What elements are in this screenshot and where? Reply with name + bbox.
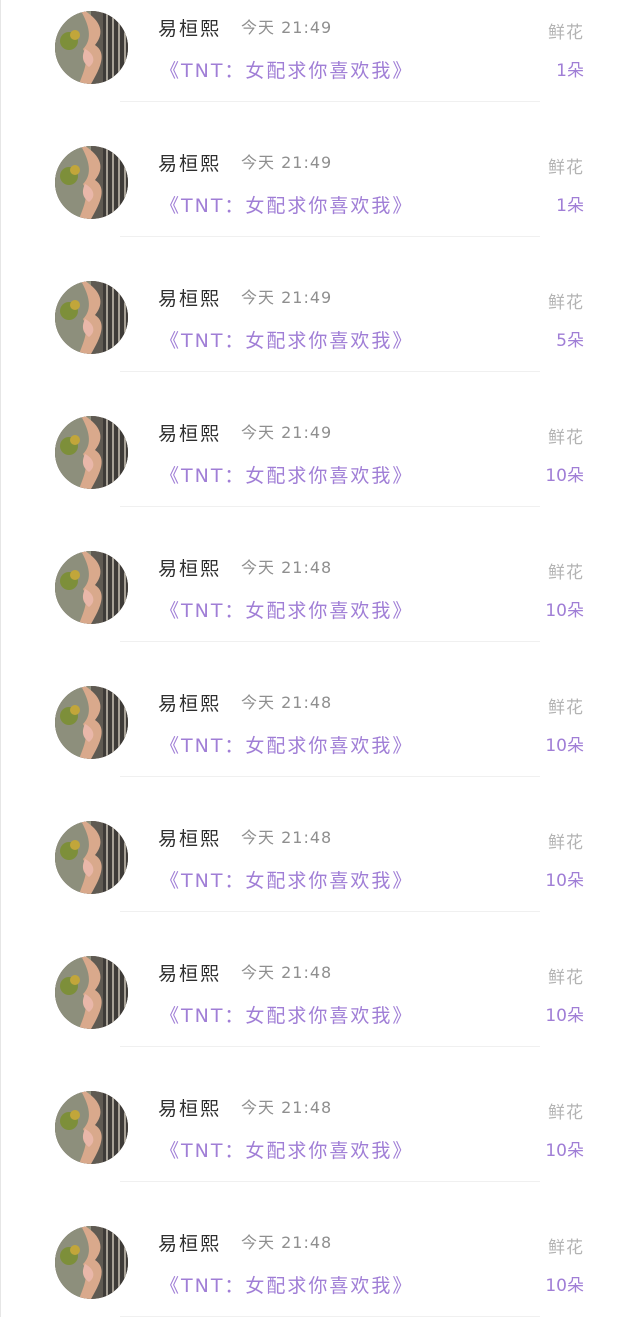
book-title-link[interactable]: 《TNT：女配求你喜欢我》	[160, 56, 413, 83]
timestamp: 今天 21:48	[241, 1233, 333, 1252]
avatar[interactable]	[55, 11, 128, 84]
book-title-link[interactable]: 《TNT：女配求你喜欢我》	[160, 866, 413, 893]
gift-count: 10朵	[545, 1141, 584, 1161]
gift-type-label: 鲜花	[548, 1103, 584, 1123]
sender-name: 易桓熙	[158, 153, 222, 175]
sender-name: 易桓熙	[158, 1233, 222, 1255]
avatar-photo	[55, 1226, 128, 1299]
gift-type-label: 鲜花	[548, 833, 584, 853]
book-title-link[interactable]: 《TNT：女配求你喜欢我》	[160, 326, 413, 353]
gift-type-label: 鲜花	[548, 698, 584, 718]
book-title-link[interactable]: 《TNT：女配求你喜欢我》	[160, 191, 413, 218]
sender-name: 易桓熙	[158, 558, 222, 580]
gift-count: 10朵	[545, 1276, 584, 1296]
avatar-photo	[55, 281, 128, 354]
book-title-link[interactable]: 《TNT：女配求你喜欢我》	[160, 1271, 413, 1298]
gift-count: 10朵	[545, 601, 584, 621]
list-item[interactable]: 易桓熙 今天 21:49 《TNT：女配求你喜欢我》 鲜花 1朵	[0, 102, 640, 237]
book-title-link[interactable]: 《TNT：女配求你喜欢我》	[160, 461, 413, 488]
list-item[interactable]: 易桓熙 今天 21:49 《TNT：女配求你喜欢我》 鲜花 10朵	[0, 372, 640, 507]
timestamp: 今天 21:48	[241, 693, 333, 712]
avatar[interactable]	[55, 686, 128, 759]
sender-name: 易桓熙	[158, 423, 222, 445]
avatar-photo	[55, 1091, 128, 1164]
gift-type-label: 鲜花	[548, 293, 584, 313]
list-item[interactable]: 易桓熙 今天 21:48 《TNT：女配求你喜欢我》 鲜花 10朵	[0, 507, 640, 642]
gift-count: 10朵	[545, 871, 584, 891]
timestamp: 今天 21:49	[241, 288, 333, 307]
sender-name: 易桓熙	[158, 693, 222, 715]
avatar-photo	[55, 686, 128, 759]
list-item[interactable]: 易桓熙 今天 21:49 《TNT：女配求你喜欢我》 鲜花 1朵	[0, 0, 640, 102]
gift-record-list: 易桓熙 今天 21:49 《TNT：女配求你喜欢我》 鲜花 1朵 易桓熙 今天 …	[0, 0, 640, 1317]
avatar[interactable]	[55, 416, 128, 489]
list-item[interactable]: 易桓熙 今天 21:48 《TNT：女配求你喜欢我》 鲜花 10朵	[0, 1182, 640, 1317]
timestamp: 今天 21:48	[241, 963, 333, 982]
avatar[interactable]	[55, 821, 128, 894]
list-item[interactable]: 易桓熙 今天 21:49 《TNT：女配求你喜欢我》 鲜花 5朵	[0, 237, 640, 372]
avatar-photo	[55, 146, 128, 219]
sender-name: 易桓熙	[158, 963, 222, 985]
timestamp: 今天 21:49	[241, 18, 333, 37]
gift-count: 1朵	[556, 61, 584, 81]
gift-count: 10朵	[545, 466, 584, 486]
avatar[interactable]	[55, 551, 128, 624]
timestamp: 今天 21:48	[241, 828, 333, 847]
avatar[interactable]	[55, 956, 128, 1029]
sender-name: 易桓熙	[158, 1098, 222, 1120]
gift-type-label: 鲜花	[548, 428, 584, 448]
avatar-photo	[55, 11, 128, 84]
gift-count: 1朵	[556, 196, 584, 216]
gift-type-label: 鲜花	[548, 158, 584, 178]
gift-count: 5朵	[556, 331, 584, 351]
avatar-photo	[55, 821, 128, 894]
sender-name: 易桓熙	[158, 18, 222, 40]
sender-name: 易桓熙	[158, 828, 222, 850]
list-item[interactable]: 易桓熙 今天 21:48 《TNT：女配求你喜欢我》 鲜花 10朵	[0, 912, 640, 1047]
gift-type-label: 鲜花	[548, 23, 584, 43]
avatar-photo	[55, 416, 128, 489]
avatar-photo	[55, 956, 128, 1029]
book-title-link[interactable]: 《TNT：女配求你喜欢我》	[160, 596, 413, 623]
gift-count: 10朵	[545, 736, 584, 756]
avatar[interactable]	[55, 1091, 128, 1164]
timestamp: 今天 21:49	[241, 153, 333, 172]
book-title-link[interactable]: 《TNT：女配求你喜欢我》	[160, 1001, 413, 1028]
timestamp: 今天 21:48	[241, 558, 333, 577]
avatar[interactable]	[55, 146, 128, 219]
avatar[interactable]	[55, 281, 128, 354]
list-item[interactable]: 易桓熙 今天 21:48 《TNT：女配求你喜欢我》 鲜花 10朵	[0, 1047, 640, 1182]
avatar-photo	[55, 551, 128, 624]
gift-type-label: 鲜花	[548, 563, 584, 583]
gift-count: 10朵	[545, 1006, 584, 1026]
timestamp: 今天 21:48	[241, 1098, 333, 1117]
sender-name: 易桓熙	[158, 288, 222, 310]
avatar[interactable]	[55, 1226, 128, 1299]
gift-type-label: 鲜花	[548, 1238, 584, 1258]
book-title-link[interactable]: 《TNT：女配求你喜欢我》	[160, 1136, 413, 1163]
list-item[interactable]: 易桓熙 今天 21:48 《TNT：女配求你喜欢我》 鲜花 10朵	[0, 642, 640, 777]
gift-type-label: 鲜花	[548, 968, 584, 988]
book-title-link[interactable]: 《TNT：女配求你喜欢我》	[160, 731, 413, 758]
timestamp: 今天 21:49	[241, 423, 333, 442]
list-item[interactable]: 易桓熙 今天 21:48 《TNT：女配求你喜欢我》 鲜花 10朵	[0, 777, 640, 912]
